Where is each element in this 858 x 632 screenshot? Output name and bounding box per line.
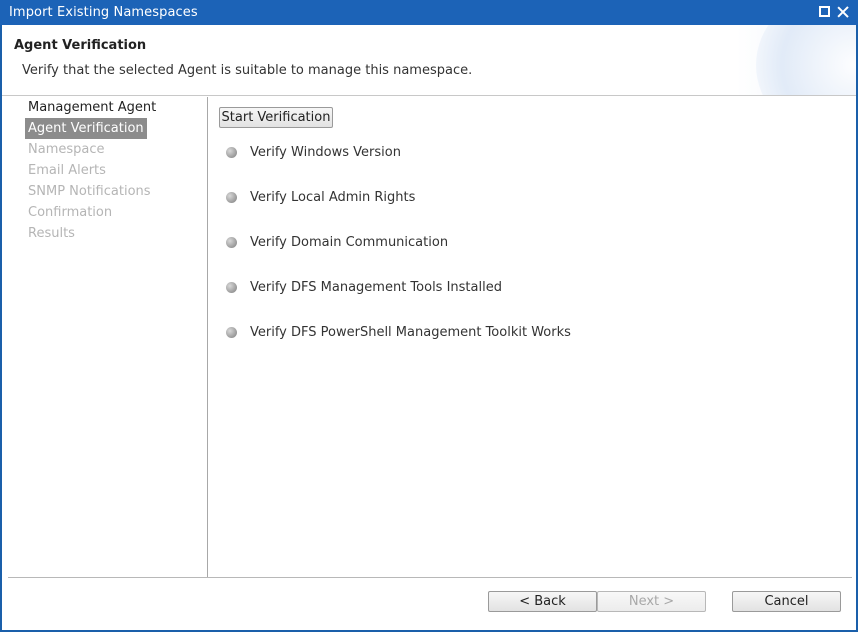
check-dfs-tools-installed: Verify DFS Management Tools Installed: [226, 278, 502, 296]
check-label: Verify Windows Version: [250, 144, 401, 160]
wizard-steps-nav: Management Agent Agent Verification Name…: [8, 97, 208, 577]
close-icon[interactable]: [837, 6, 849, 18]
pending-bullet-icon: [226, 326, 237, 338]
footer-divider: [8, 577, 852, 578]
check-label: Verify DFS PowerShell Management Toolkit…: [250, 324, 571, 340]
header-decoration: [756, 25, 856, 95]
nav-step-results: Results: [28, 226, 75, 241]
check-domain-communication: Verify Domain Communication: [226, 233, 448, 251]
start-verification-button[interactable]: Start Verification: [219, 107, 333, 128]
nav-step-agent-verification[interactable]: Agent Verification: [25, 118, 147, 139]
pending-bullet-icon: [226, 191, 237, 203]
pending-bullet-icon: [226, 236, 237, 248]
pending-bullet-icon: [226, 146, 237, 158]
check-dfs-powershell-toolkit: Verify DFS PowerShell Management Toolkit…: [226, 323, 571, 341]
nav-step-management-agent[interactable]: Management Agent: [25, 97, 159, 118]
nav-step-email-alerts: Email Alerts: [28, 163, 106, 178]
page-description: Verify that the selected Agent is suitab…: [22, 63, 473, 78]
check-windows-version: Verify Windows Version: [226, 143, 401, 161]
back-button[interactable]: < Back: [488, 591, 597, 612]
wizard-header: Agent Verification Verify that the selec…: [2, 25, 856, 96]
import-namespaces-dialog: Import Existing Namespaces Agent Verific…: [0, 0, 858, 632]
verification-panel: Start Verification Verify Windows Versio…: [209, 97, 856, 577]
nav-step-snmp-notifications: SNMP Notifications: [28, 184, 151, 199]
nav-step-confirmation: Confirmation: [28, 205, 113, 220]
check-local-admin-rights: Verify Local Admin Rights: [226, 188, 415, 206]
check-label: Verify Domain Communication: [250, 234, 449, 250]
next-button[interactable]: Next >: [597, 591, 706, 612]
pending-bullet-icon: [226, 281, 237, 293]
maximize-icon[interactable]: [819, 6, 830, 17]
page-title: Agent Verification: [14, 38, 147, 53]
check-label: Verify Local Admin Rights: [250, 189, 416, 205]
nav-step-namespace: Namespace: [28, 142, 105, 157]
check-label: Verify DFS Management Tools Installed: [250, 279, 502, 295]
window-title: Import Existing Namespaces: [9, 5, 198, 20]
title-bar: Import Existing Namespaces: [0, 0, 858, 25]
cancel-button[interactable]: Cancel: [732, 591, 841, 612]
window-controls: [819, 6, 849, 18]
